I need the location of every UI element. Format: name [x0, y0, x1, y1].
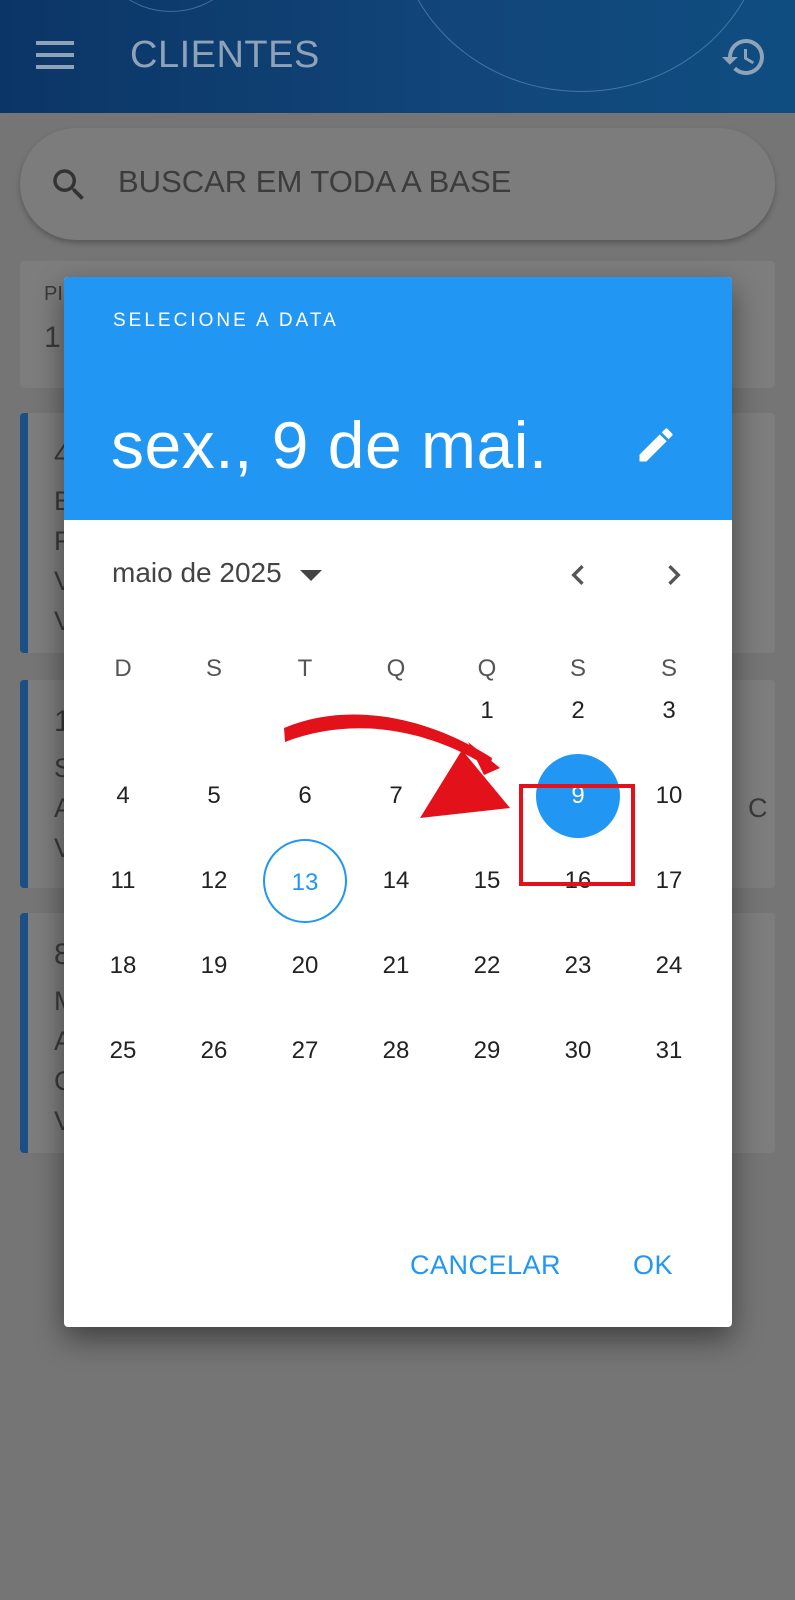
calendar-day[interactable]: 2: [536, 669, 620, 753]
chevron-left-icon[interactable]: [558, 555, 598, 595]
calendar-day[interactable]: 10: [627, 754, 711, 838]
calendar-day[interactable]: 8: [445, 754, 529, 838]
weekday-label: T: [297, 655, 313, 682]
weekday-label: Q: [386, 655, 406, 682]
calendar-day[interactable]: 29: [445, 1009, 529, 1093]
today-day[interactable]: 13: [263, 839, 347, 923]
calendar-day[interactable]: 3: [627, 669, 711, 753]
calendar-day[interactable]: 5: [172, 754, 256, 838]
calendar-day[interactable]: 14: [354, 839, 438, 923]
ok-button[interactable]: OK: [633, 1250, 673, 1281]
menu-icon[interactable]: [36, 38, 76, 72]
calendar-day[interactable]: 7: [354, 754, 438, 838]
selected-date-display: sex., 9 de mai.: [111, 408, 548, 482]
calendar-day[interactable]: 23: [536, 924, 620, 1008]
calendar-day[interactable]: 22: [445, 924, 529, 1008]
card-line: 1: [44, 321, 61, 354]
decorative-circle: [395, 0, 767, 92]
calendar-day[interactable]: 26: [172, 1009, 256, 1093]
calendar-day[interactable]: 21: [354, 924, 438, 1008]
calendar-day[interactable]: 18: [81, 924, 165, 1008]
page-title: CLIENTES: [130, 34, 320, 76]
calendar-day[interactable]: 30: [536, 1009, 620, 1093]
pencil-icon[interactable]: [634, 423, 678, 467]
calendar-day[interactable]: 28: [354, 1009, 438, 1093]
app-bar: CLIENTES: [0, 0, 795, 113]
calendar-day[interactable]: 6: [263, 754, 347, 838]
dialog-label: SELECIONE A DATA: [113, 310, 339, 331]
calendar-day[interactable]: 19: [172, 924, 256, 1008]
search-input[interactable]: BUSCAR EM TODA A BASE: [118, 164, 511, 200]
weekday-label: S: [205, 655, 222, 682]
calendar-day[interactable]: 12: [172, 839, 256, 923]
card-line: PI: [44, 283, 63, 305]
calendar-day[interactable]: 17: [627, 839, 711, 923]
calendar-day[interactable]: 15: [445, 839, 529, 923]
decorative-circle: [95, 0, 247, 12]
calendar-day[interactable]: 20: [263, 924, 347, 1008]
calendar-day[interactable]: 24: [627, 924, 711, 1008]
month-year-selector[interactable]: maio de 2025: [112, 557, 282, 589]
search-bar[interactable]: BUSCAR EM TODA A BASE: [20, 128, 775, 240]
calendar-day[interactable]: 11: [81, 839, 165, 923]
calendar-day[interactable]: 27: [263, 1009, 347, 1093]
dropdown-caret-icon[interactable]: [300, 570, 322, 581]
calendar-day[interactable]: 31: [627, 1009, 711, 1093]
chevron-right-icon[interactable]: [654, 555, 694, 595]
weekday-label: D: [114, 655, 132, 682]
calendar-day[interactable]: 25: [81, 1009, 165, 1093]
history-icon[interactable]: [720, 33, 768, 81]
calendar-day[interactable]: 4: [81, 754, 165, 838]
card-line: C: [748, 793, 768, 823]
search-icon: [53, 169, 84, 200]
calendar-day[interactable]: 1: [445, 669, 529, 753]
dialog-header: SELECIONE A DATA sex., 9 de mai.: [64, 277, 732, 520]
cancel-button[interactable]: CANCELAR: [410, 1250, 561, 1281]
annotation-highlight-box: [519, 784, 635, 886]
